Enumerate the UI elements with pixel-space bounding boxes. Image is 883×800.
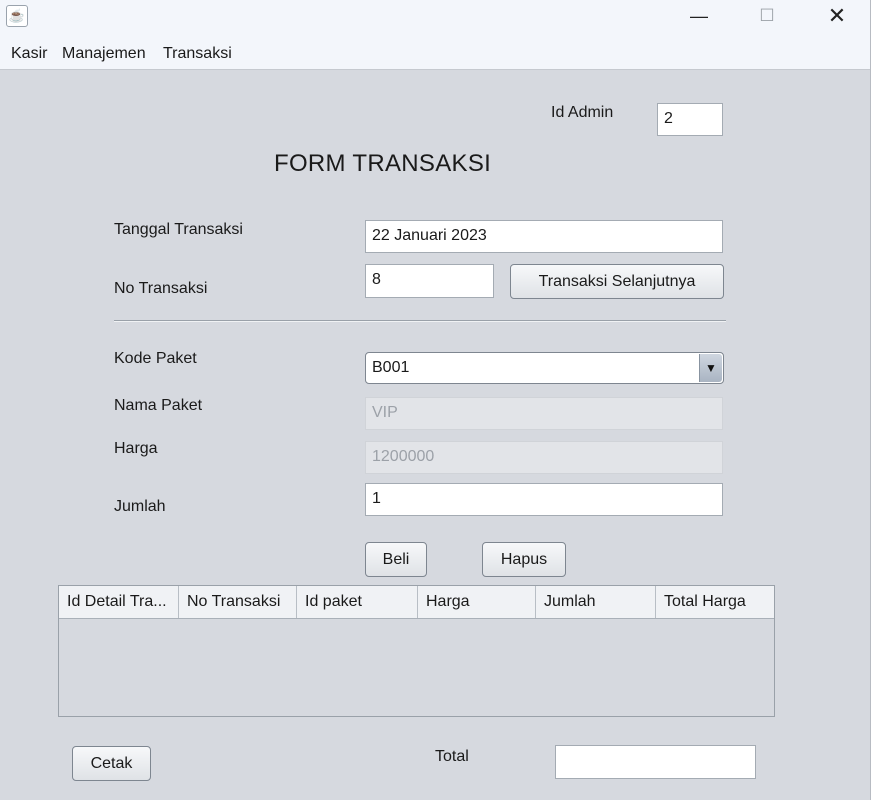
column-header-no-transaksi[interactable]: No Transaksi <box>179 586 297 618</box>
jumlah-label: Jumlah <box>114 498 166 515</box>
page-title: FORM TRANSAKSI <box>274 150 492 177</box>
harga-field: 1200000 <box>365 441 723 474</box>
harga-label: Harga <box>114 440 158 457</box>
maximize-icon[interactable]: ☐ <box>744 0 790 32</box>
table-header: Id Detail Tra... No Transaksi Id paket H… <box>59 586 774 619</box>
kode-paket-value: B001 <box>372 359 410 376</box>
nama-paket-label: Nama Paket <box>114 397 203 414</box>
transaksi-window: ☕ — ☐ ✕ Kasir Manajemen Transaksi Id Adm… <box>0 0 871 800</box>
form-separator <box>114 320 726 322</box>
menu-kasir[interactable]: Kasir <box>11 45 47 63</box>
beli-button[interactable]: Beli <box>365 542 427 577</box>
id-admin-field[interactable]: 2 <box>657 103 723 136</box>
nama-paket-field: VIP <box>365 397 723 430</box>
jumlah-field[interactable]: 1 <box>365 483 723 516</box>
kode-paket-combobox[interactable]: B001 ▼ <box>365 352 724 384</box>
total-field[interactable] <box>555 745 756 779</box>
no-transaksi-label: No Transaksi <box>114 280 208 297</box>
column-header-id-detail[interactable]: Id Detail Tra... <box>59 586 179 618</box>
detail-transaksi-table[interactable]: Id Detail Tra... No Transaksi Id paket H… <box>58 585 775 717</box>
java-app-icon: ☕ <box>6 5 28 27</box>
no-transaksi-field[interactable]: 8 <box>365 264 494 298</box>
tanggal-transaksi-label: Tanggal Transaksi <box>114 221 243 238</box>
minimize-icon[interactable]: — <box>676 0 722 32</box>
chevron-down-icon[interactable]: ▼ <box>699 354 722 382</box>
close-icon[interactable]: ✕ <box>814 0 860 32</box>
cetak-button[interactable]: Cetak <box>72 746 151 781</box>
menu-bar: Kasir Manajemen Transaksi <box>0 36 870 70</box>
column-header-harga[interactable]: Harga <box>418 586 536 618</box>
column-header-id-paket[interactable]: Id paket <box>297 586 418 618</box>
menu-manajemen[interactable]: Manajemen <box>62 45 146 63</box>
tanggal-transaksi-field[interactable]: 22 Januari 2023 <box>365 220 723 253</box>
column-header-total-harga[interactable]: Total Harga <box>656 586 774 618</box>
kode-paket-label: Kode Paket <box>114 350 197 367</box>
title-bar: ☕ — ☐ ✕ <box>0 0 870 36</box>
total-label: Total <box>435 748 469 765</box>
hapus-button[interactable]: Hapus <box>482 542 566 577</box>
menu-transaksi[interactable]: Transaksi <box>163 45 232 63</box>
transaksi-selanjutnya-button[interactable]: Transaksi Selanjutnya <box>510 264 724 299</box>
column-header-jumlah[interactable]: Jumlah <box>536 586 656 618</box>
id-admin-label: Id Admin <box>551 104 614 121</box>
